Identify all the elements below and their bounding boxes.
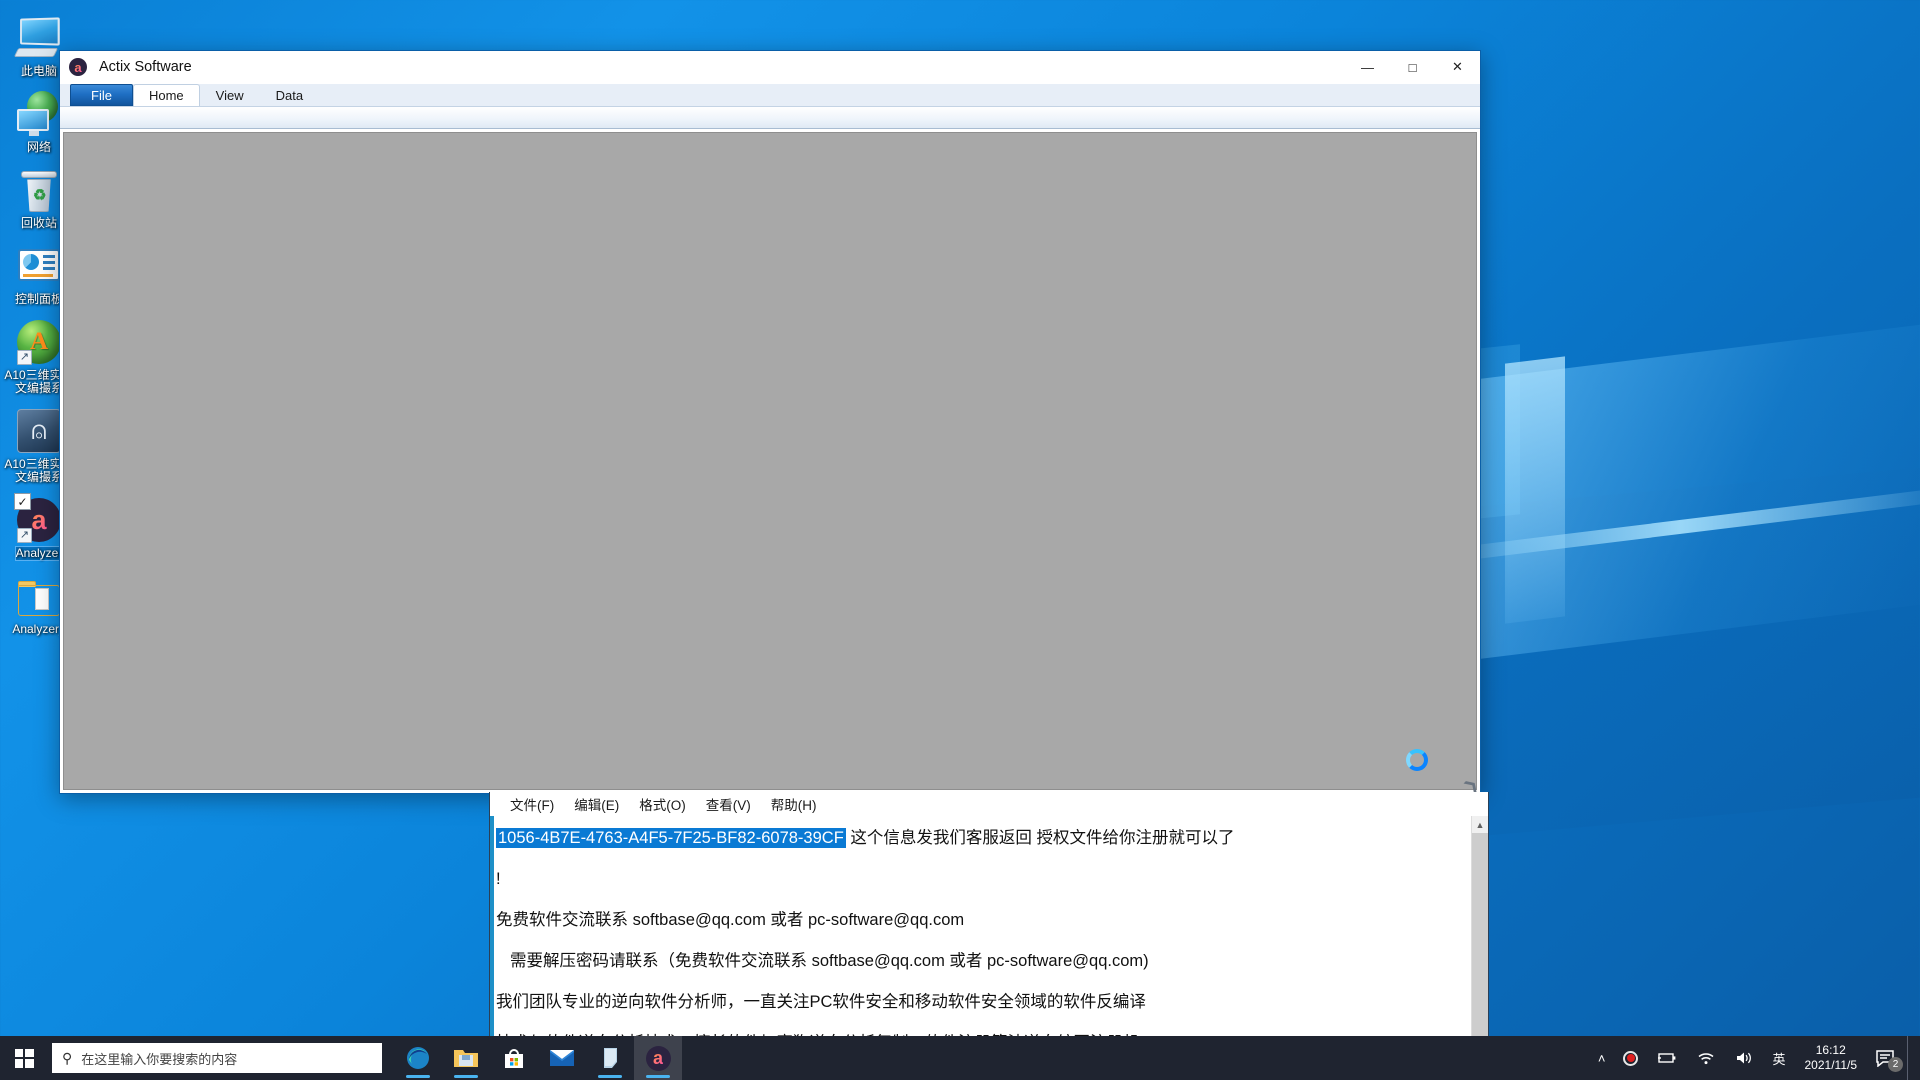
desktop-icon-label: Analyzer	[14, 546, 64, 561]
tab-data[interactable]: Data	[260, 84, 319, 106]
tab-home[interactable]: Home	[132, 84, 200, 106]
clock-date: 2021/11/5	[1804, 1058, 1858, 1072]
taskbar-mail[interactable]	[538, 1036, 586, 1080]
window-titlebar[interactable]: a Actix Software — □ ✕	[60, 51, 1480, 84]
selected-license-key[interactable]: 1056-4B7E-4763-A4F5-7F25-BF82-6078-39CF	[496, 828, 846, 848]
scroll-up-arrow-icon[interactable]: ▲	[1472, 816, 1488, 833]
file-explorer-icon	[454, 1050, 478, 1067]
window-title: Actix Software	[99, 59, 192, 75]
taskbar: ⚲ 在这里输入你要搜索的内容 a ˄ 英 16:12 2021/11/5 2	[0, 1036, 1920, 1080]
selection-checkbox-icon[interactable]: ✓	[14, 493, 31, 510]
microsoft-store-icon	[505, 1049, 523, 1068]
scrollbar-thumb[interactable]	[1472, 833, 1488, 1043]
sticky-notes-icon	[604, 1048, 617, 1068]
control-panel-icon	[15, 242, 63, 290]
notepad-scrollbar[interactable]: ▲	[1471, 816, 1488, 1043]
start-button[interactable]	[0, 1036, 48, 1080]
volume-icon[interactable]	[1725, 1036, 1763, 1080]
taskbar-file-explorer[interactable]	[442, 1036, 490, 1080]
actix-logo-icon: a	[69, 58, 87, 76]
wallpaper-shape-main	[1480, 321, 1920, 659]
loading-spinner-icon	[1406, 749, 1428, 771]
windows-logo-icon	[14, 1048, 34, 1068]
line-remainder: 这个信息发我们客服返回 授权文件给你注册就可以了	[850, 829, 1235, 847]
notification-center-button[interactable]: 2	[1867, 1036, 1907, 1080]
ime-language-icon[interactable]: 英	[1763, 1036, 1794, 1080]
text-line: 免费软件交流联系 softbase@qq.com 或者 pc-software@…	[496, 911, 965, 929]
menu-format[interactable]: 格式(O)	[629, 794, 696, 814]
taskbar-edge[interactable]	[394, 1036, 442, 1080]
document-client-area[interactable]	[63, 132, 1477, 790]
a10-editor-green-icon: A ↗	[15, 318, 63, 366]
text-line: !	[496, 870, 501, 888]
menu-edit[interactable]: 编辑(E)	[564, 794, 629, 814]
shortcut-arrow-icon: ↗	[17, 528, 32, 543]
desktop-icon-label: 控制面板	[14, 292, 63, 306]
a10-editor-blue-icon: ⍝	[15, 407, 63, 455]
shortcut-arrow-icon: ↗	[17, 350, 32, 365]
text-line: 需要解压密码请联系（免费软件交流联系 softbase@qq.com 或者 pc…	[510, 952, 1149, 970]
tab-view[interactable]: View	[200, 84, 260, 106]
close-button[interactable]: ✕	[1435, 51, 1480, 84]
search-icon: ⚲	[62, 1049, 73, 1066]
desktop-icon-label: Analyzer_	[12, 622, 66, 636]
tab-file[interactable]: File	[70, 84, 133, 106]
search-input[interactable]: ⚲ 在这里输入你要搜索的内容	[52, 1043, 382, 1073]
actix-software-window: a Actix Software — □ ✕ File Home View Da…	[59, 50, 1482, 796]
mail-icon	[550, 1050, 574, 1066]
notification-badge: 2	[1888, 1057, 1903, 1072]
taskbar-microsoft-store[interactable]	[490, 1036, 538, 1080]
ribbon-tab-strip: File Home View Data	[60, 84, 1480, 107]
desktop-icon-label: 网络	[26, 140, 51, 154]
taskbar-sticky-notes[interactable]	[586, 1036, 634, 1080]
this-pc-icon	[13, 14, 63, 62]
network-icon	[15, 90, 63, 138]
text-line: 我们团队专业的逆向软件分析师，一直关注PC软件安全和移动软件安全领域的软件反编译	[496, 993, 1146, 1011]
screen-recorder-icon[interactable]	[1614, 1036, 1647, 1080]
notepad-window: 文件(F) 编辑(E) 格式(O) 查看(V) 帮助(H) 1056-4B7E-…	[489, 792, 1489, 1044]
desktop-icon-label: 回收站	[20, 216, 57, 230]
wallpaper-shape-bar	[1505, 356, 1565, 624]
actix-analyzer-icon: a	[645, 1045, 671, 1071]
clock-time: 16:12	[1815, 1043, 1846, 1057]
wallpaper-shape-streak	[1430, 489, 1920, 565]
notepad-body: 1056-4B7E-4763-A4F5-7F25-BF82-6078-39CF …	[490, 816, 1488, 1043]
analyzer-app-icon: a ✓ ↗	[14, 493, 63, 544]
notepad-menubar: 文件(F) 编辑(E) 格式(O) 查看(V) 帮助(H)	[490, 792, 1488, 816]
ribbon-panel	[60, 107, 1480, 129]
battery-icon[interactable]	[1647, 1036, 1687, 1080]
system-tray: ˄ 英 16:12 2021/11/5 2	[1589, 1036, 1920, 1080]
edge-icon	[407, 1047, 429, 1069]
window-controls: — □ ✕	[1345, 51, 1480, 84]
menu-file[interactable]: 文件(F)	[500, 794, 564, 814]
clock[interactable]: 16:12 2021/11/5	[1795, 1036, 1868, 1080]
taskbar-actix-analyzer[interactable]: a	[634, 1036, 682, 1080]
analyzer-folder-icon	[15, 572, 63, 620]
wifi-icon[interactable]	[1687, 1036, 1725, 1080]
menu-help[interactable]: 帮助(H)	[761, 794, 827, 814]
search-placeholder: 在这里输入你要搜索的内容	[81, 1051, 238, 1067]
maximize-button[interactable]: □	[1390, 51, 1435, 84]
menu-view[interactable]: 查看(V)	[696, 794, 761, 814]
show-desktop-button[interactable]	[1907, 1036, 1914, 1080]
notepad-text-area[interactable]: 1056-4B7E-4763-A4F5-7F25-BF82-6078-39CF …	[494, 816, 1471, 1043]
desktop-icon-label: 此电脑	[20, 64, 57, 78]
text-line: 1056-4B7E-4763-A4F5-7F25-BF82-6078-39CF …	[496, 818, 1471, 859]
minimize-button[interactable]: —	[1345, 51, 1390, 84]
taskbar-app-list: a	[394, 1036, 682, 1080]
recycle-bin-icon: ♻	[15, 166, 63, 214]
tray-expand-chevron-icon[interactable]: ˄	[1589, 1036, 1615, 1080]
